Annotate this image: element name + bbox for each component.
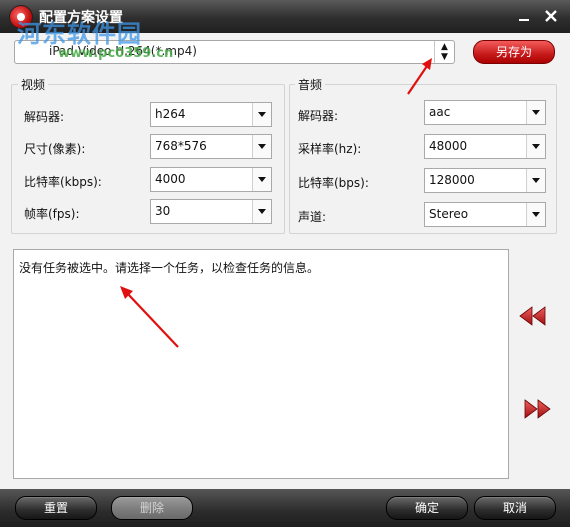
ok-button[interactable]: 确定: [386, 496, 468, 520]
cancel-button[interactable]: 取消: [474, 496, 556, 520]
annotation-arrow-info: [120, 286, 179, 348]
preset-settings-window: 配置方案设置 iPad Video H.264(*.mp4) ▲ ▼ 另存为 河东…: [0, 0, 570, 527]
annotation-arrows: [120, 58, 432, 348]
reset-button[interactable]: 重置: [15, 496, 97, 520]
delete-button[interactable]: 删除: [111, 496, 193, 520]
bottom-action-bar: 重置 删除 确定 取消: [0, 489, 570, 527]
annotation-arrow-preset: [407, 58, 432, 95]
